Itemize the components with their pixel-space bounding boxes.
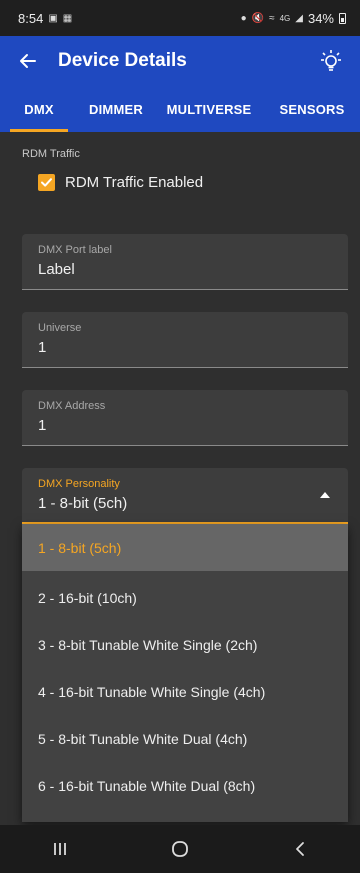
tab-dimmer[interactable]: DIMMER (78, 86, 154, 132)
dropdown-option[interactable]: 5 - 8-bit Tunable White Dual (4ch) (22, 715, 348, 762)
field-value: 1 (38, 417, 47, 434)
field-value: 1 (38, 339, 47, 356)
chevron-left-icon (296, 842, 304, 856)
dropdown-option[interactable]: 4 - 16-bit Tunable White Single (4ch) (22, 668, 348, 715)
identify-light-button[interactable] (316, 46, 346, 76)
dmx-address-field[interactable]: DMX Address 1 (22, 390, 348, 446)
home-icon (172, 841, 188, 857)
recent-apps-button[interactable] (30, 829, 90, 869)
wifi-icon: ≈ (269, 12, 275, 24)
recent-apps-icon (54, 843, 66, 855)
page-title: Device Details (58, 50, 187, 71)
tab-sensors[interactable]: SENSORS (264, 86, 360, 132)
arrow-back-icon (20, 54, 36, 68)
mute-icon: 🔇 (251, 12, 265, 24)
dropdown-option[interactable]: 2 - 16-bit (10ch) (22, 574, 348, 621)
back-button[interactable] (14, 47, 42, 75)
dropdown-option[interactable]: 3 - 8-bit Tunable White Single (2ch) (22, 621, 348, 668)
notification-icon: ▣ (48, 12, 58, 24)
caret-up-icon (320, 492, 330, 498)
field-value: 1 - 8-bit (5ch) (38, 495, 128, 512)
status-bar: 8:54 ▣ ▦ ● 🔇 ≈ 4G ◢ 34% (0, 0, 360, 36)
tab-label: MULTIVERSE (166, 101, 252, 117)
status-time: 8:54 (18, 10, 44, 26)
signal-icon: ◢ (295, 12, 303, 24)
rdm-section-label: RDM Traffic (22, 148, 80, 160)
app-bar: Device Details DMX DIMMER MULTIVERSE SEN… (0, 36, 360, 132)
field-label: DMX Personality (38, 478, 120, 490)
field-label: DMX Address (38, 400, 106, 412)
field-label: DMX Port label (38, 244, 112, 256)
rdm-traffic-checkbox-row[interactable]: RDM Traffic Enabled (38, 174, 203, 191)
system-nav-bar (0, 825, 360, 873)
lightbulb-icon (321, 50, 341, 71)
tab-dmx[interactable]: DMX (0, 86, 78, 132)
battery-percent: 34% (307, 10, 334, 26)
dmx-port-label-field[interactable]: DMX Port label Label (22, 234, 348, 290)
personality-dropdown-menu: 1 - 8-bit (5ch) 2 - 16-bit (10ch) 3 - 8-… (22, 524, 348, 822)
back-nav-button[interactable] (270, 829, 330, 869)
tab-label: DIMMER (89, 101, 143, 117)
check-icon (41, 178, 52, 187)
tab-bar: DMX DIMMER MULTIVERSE SENSORS (0, 86, 360, 132)
field-value: Label (38, 261, 75, 278)
tab-label: SENSORS (279, 101, 345, 117)
app-notification-icon: ▦ (62, 12, 73, 24)
rdm-traffic-label: RDM Traffic Enabled (65, 174, 204, 191)
alarm-icon: ● (240, 12, 247, 24)
dropdown-option[interactable]: 1 - 8-bit (5ch) (22, 524, 348, 571)
rdm-traffic-checkbox[interactable] (38, 174, 55, 191)
field-label: Universe (38, 322, 82, 334)
tab-multiverse[interactable]: MULTIVERSE (154, 86, 264, 132)
dmx-settings-panel: RDM Traffic RDM Traffic Enabled DMX Port… (0, 132, 360, 825)
tab-label: DMX (24, 101, 54, 117)
battery-icon (339, 12, 346, 24)
universe-field[interactable]: Universe 1 (22, 312, 348, 368)
home-button[interactable] (150, 829, 210, 869)
dropdown-option[interactable]: 6 - 16-bit Tunable White Dual (8ch) (22, 762, 348, 809)
network-type-label: 4G (279, 13, 291, 23)
dmx-personality-select[interactable]: DMX Personality 1 - 8-bit (5ch) (22, 468, 348, 524)
